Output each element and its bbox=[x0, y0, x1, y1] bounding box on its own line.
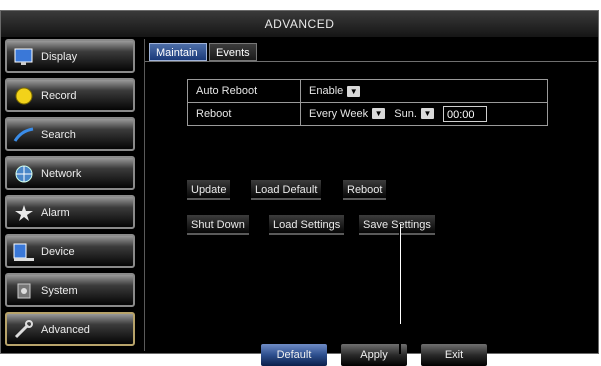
tab-events[interactable]: Events bbox=[209, 43, 257, 61]
save-settings-button[interactable]: Save Settings bbox=[359, 215, 435, 235]
sidebar-item-search[interactable]: Search bbox=[5, 117, 135, 151]
reboot-settings-table: Auto Reboot Enable ▼ Reboot Every Week ▼ bbox=[187, 79, 548, 126]
tab-divider bbox=[145, 61, 597, 62]
exit-button[interactable]: Exit bbox=[421, 344, 487, 366]
auto-reboot-label: Auto Reboot bbox=[187, 79, 301, 103]
sidebar-item-label: Display bbox=[41, 51, 78, 63]
sidebar-item-display[interactable]: Display bbox=[5, 39, 135, 73]
table-row: Auto Reboot Enable ▼ bbox=[187, 79, 548, 103]
sidebar-item-label: Network bbox=[41, 168, 82, 180]
reboot-day-value: Sun. bbox=[394, 107, 417, 120]
auto-reboot-cell: Enable ▼ bbox=[300, 79, 548, 103]
reboot-time-field[interactable]: 00:00 bbox=[442, 106, 487, 122]
default-button[interactable]: Default bbox=[261, 344, 327, 366]
table-row: Reboot Every Week ▼ Sun. ▼ 00:00 bbox=[187, 102, 548, 126]
sidebar-item-network[interactable]: Network bbox=[5, 156, 135, 190]
shut-down-button[interactable]: Shut Down bbox=[187, 215, 249, 235]
sidebar-item-label: Alarm bbox=[41, 207, 70, 219]
wrench-icon bbox=[13, 320, 35, 340]
chevron-down-icon[interactable]: ▼ bbox=[372, 108, 386, 120]
sidebar-item-system[interactable]: System bbox=[5, 273, 135, 307]
sidebar-item-label: System bbox=[41, 285, 78, 297]
sidebar-item-advanced[interactable]: Advanced bbox=[5, 312, 135, 346]
sidebar-item-alarm[interactable]: Alarm bbox=[5, 195, 135, 229]
chevron-down-icon[interactable]: ▼ bbox=[420, 108, 434, 120]
sidebar-item-device[interactable]: Device bbox=[5, 234, 135, 268]
auto-reboot-select[interactable]: Enable ▼ bbox=[309, 85, 361, 97]
callout-line-highlight bbox=[400, 224, 401, 324]
sidebar-item-label: Record bbox=[41, 90, 77, 102]
update-button[interactable]: Update bbox=[187, 180, 231, 200]
reboot-day-select[interactable]: Sun. ▼ bbox=[394, 108, 434, 120]
reboot-button[interactable]: Reboot bbox=[343, 180, 387, 200]
load-settings-button[interactable]: Load Settings bbox=[269, 215, 345, 235]
sidebar-item-label: Device bbox=[41, 246, 75, 258]
reboot-frequency-value: Every Week bbox=[309, 107, 369, 120]
reboot-cell: Every Week ▼ Sun. ▼ 00:00 bbox=[300, 102, 548, 126]
advanced-window: ADVANCED Display Record Search Network A… bbox=[0, 10, 599, 366]
window-title: ADVANCED bbox=[1, 11, 598, 37]
device-icon bbox=[13, 242, 35, 262]
maintain-panel: Maintain Events Auto Reboot Enable ▼ Reb… bbox=[144, 39, 597, 366]
reboot-frequency-select[interactable]: Every Week ▼ bbox=[309, 107, 386, 120]
tab-maintain[interactable]: Maintain bbox=[149, 43, 207, 61]
sidebar-item-label: Advanced bbox=[41, 324, 90, 336]
sidebar: Display Record Search Network Alarm Devi… bbox=[5, 39, 139, 351]
load-default-button[interactable]: Load Default bbox=[251, 180, 322, 200]
network-icon bbox=[13, 164, 35, 184]
auto-reboot-value: Enable bbox=[309, 85, 344, 97]
reboot-label: Reboot bbox=[187, 102, 301, 126]
sidebar-item-label: Search bbox=[41, 129, 76, 141]
sidebar-item-record[interactable]: Record bbox=[5, 78, 135, 112]
alarm-icon bbox=[13, 203, 35, 223]
magnifier-icon bbox=[13, 125, 35, 145]
system-icon bbox=[13, 281, 35, 301]
chevron-down-icon[interactable]: ▼ bbox=[347, 85, 361, 97]
monitor-icon bbox=[13, 47, 35, 67]
record-icon bbox=[13, 86, 35, 106]
apply-button[interactable]: Apply bbox=[341, 344, 407, 366]
